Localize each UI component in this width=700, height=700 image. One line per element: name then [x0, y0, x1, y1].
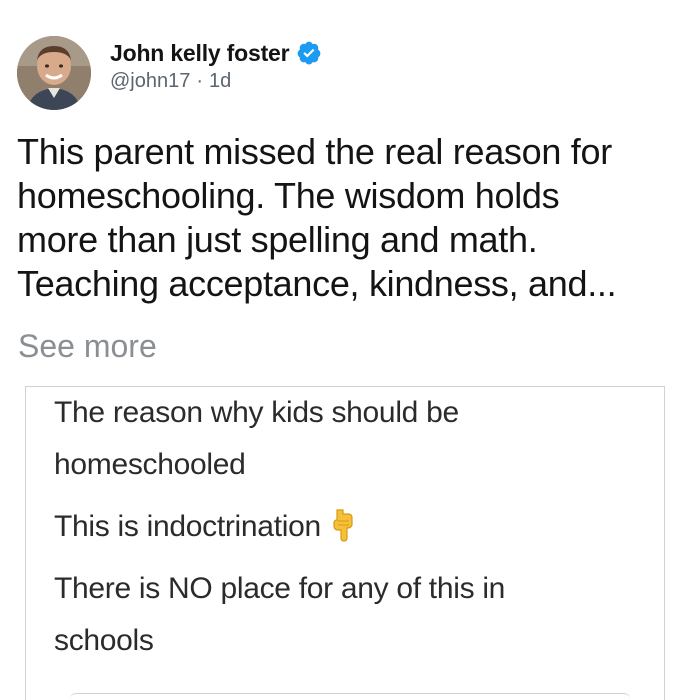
post-text-line: This parent missed the real reason for [17, 131, 612, 172]
embedded-text-line: homeschooled [54, 448, 246, 481]
post-timestamp[interactable]: 1d [209, 70, 231, 92]
post-text-line: more than just spelling and math. [17, 219, 538, 260]
embedded-text-line-with-emoji: This is indoctrination [54, 507, 505, 559]
embedded-text-line: This is indoctrination [54, 510, 321, 543]
embedded-text-line: There is NO place for any of this in [54, 572, 506, 605]
author-name-row: John kelly foster [110, 38, 322, 68]
avatar[interactable] [17, 36, 91, 110]
post-text: This parent missed the real reason for h… [17, 130, 687, 306]
post-text-line: Teaching acceptance, kindness, and... [17, 263, 617, 304]
author-handle[interactable]: @john17 [110, 70, 190, 92]
verified-badge-icon [296, 40, 322, 66]
embedded-text-line: The reason why kids should be [54, 396, 459, 429]
author-meta: @john17 · 1d [110, 70, 322, 93]
embedded-text-line: schools [54, 624, 154, 657]
post-text-line: homeschooling. The wisdom holds [17, 175, 560, 216]
meta-separator: · [196, 70, 204, 92]
tweet-header: John kelly foster @john17 · 1d [110, 38, 322, 93]
point-down-icon [329, 508, 359, 542]
author-display-name[interactable]: John kelly foster [110, 40, 290, 67]
embedded-image[interactable]: The reason why kids should be homeschool… [25, 386, 665, 700]
see-more-link[interactable]: See more [18, 328, 157, 365]
embedded-image-text: The reason why kids should be homeschool… [54, 393, 505, 673]
next-card-edge [70, 693, 630, 700]
